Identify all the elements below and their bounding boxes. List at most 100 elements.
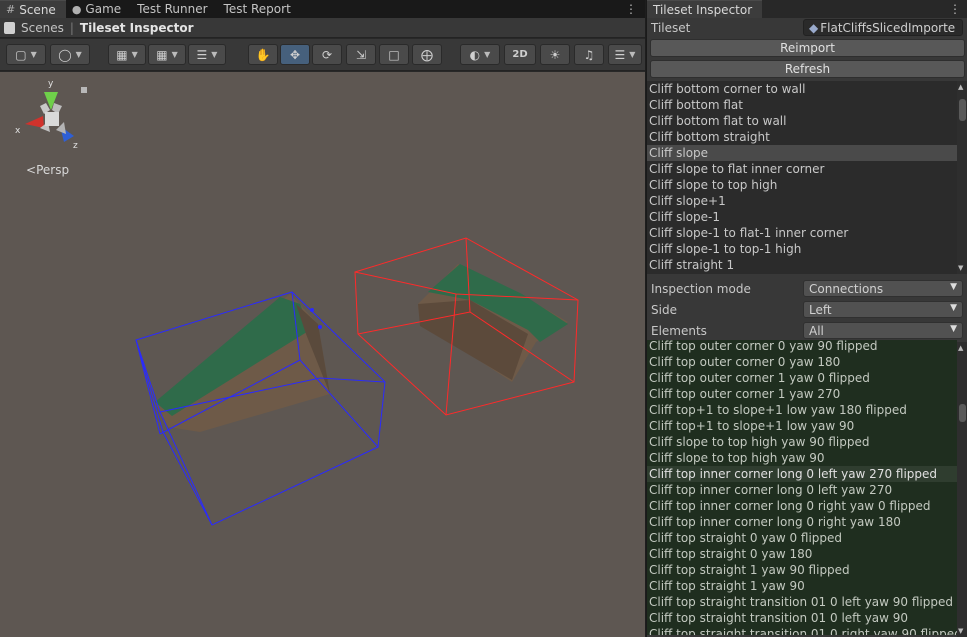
breadcrumb-root[interactable]: Scenes bbox=[21, 21, 64, 35]
tab-scene[interactable]: # Scene bbox=[0, 0, 66, 18]
perspective-icon: < bbox=[26, 163, 37, 177]
scroll-up-icon[interactable]: ▲ bbox=[958, 344, 963, 352]
chevron-down-icon: ▼ bbox=[950, 324, 957, 334]
audio-toggle-button[interactable]: ♫ bbox=[574, 44, 604, 65]
bounds-handle[interactable] bbox=[310, 308, 314, 312]
scene-canvas[interactable]: y x z bbox=[0, 72, 645, 637]
hand-tool-button[interactable]: ✋ bbox=[248, 44, 278, 65]
list-item[interactable]: Cliff slope-1 bbox=[647, 209, 957, 225]
reimport-button[interactable]: Reimport bbox=[650, 39, 965, 57]
gizmo-center-cube[interactable] bbox=[45, 112, 59, 126]
tab-test-report[interactable]: Test Report bbox=[218, 0, 301, 18]
connection-list-scroll-thumb[interactable] bbox=[959, 404, 966, 422]
tab-test-runner[interactable]: Test Runner bbox=[131, 0, 217, 18]
inspection-mode-dropdown[interactable]: Connections ▼ bbox=[803, 280, 963, 297]
tab-game[interactable]: ● Game bbox=[66, 0, 131, 18]
list-item[interactable]: Cliff top inner corner long 0 left yaw 2… bbox=[647, 482, 957, 498]
list-item[interactable]: Cliff top inner corner long 0 right yaw … bbox=[647, 514, 957, 530]
elements-dropdown[interactable]: All ▼ bbox=[803, 322, 963, 339]
tab-test-runner-label: Test Runner bbox=[137, 2, 208, 16]
list-item[interactable]: Cliff slope-1 to top-1 high bbox=[647, 241, 957, 257]
list-item[interactable]: Cliff top straight transition 01 0 left … bbox=[647, 594, 957, 610]
list-item[interactable]: Cliff slope to top high yaw 90 flipped bbox=[647, 434, 957, 450]
list-item[interactable]: Cliff top straight transition 01 0 left … bbox=[647, 610, 957, 626]
tileset-object-field[interactable]: ◆ FlatCliffsSlicedImporte bbox=[803, 19, 963, 36]
list-item[interactable]: Cliff top inner corner long 0 right yaw … bbox=[647, 498, 957, 514]
side-dropdown[interactable]: Left ▼ bbox=[803, 301, 963, 318]
scroll-down-icon[interactable]: ▼ bbox=[958, 264, 963, 272]
breadcrumb-current[interactable]: Tileset Inspector bbox=[80, 21, 194, 35]
2d-toggle-button[interactable]: 2D bbox=[504, 44, 536, 65]
orientation-gizmo[interactable]: y x z bbox=[15, 79, 87, 151]
shading-icon: ▢ bbox=[15, 47, 27, 62]
camera-mode-dropdown[interactable]: ◐ ▼ bbox=[460, 44, 500, 65]
list-item[interactable]: Cliff slope to top high yaw 90 bbox=[647, 450, 957, 466]
elements-label: Elements bbox=[651, 324, 707, 338]
side-label: Side bbox=[651, 303, 677, 317]
list-item[interactable]: Cliff top straight 0 yaw 180 bbox=[647, 546, 957, 562]
projection-label: Persp bbox=[36, 163, 70, 177]
tab-game-label: Game bbox=[85, 2, 122, 16]
list-item[interactable]: Cliff top outer corner 0 yaw 180 bbox=[647, 354, 957, 370]
list-item[interactable]: Cliff top inner corner long 0 left yaw 2… bbox=[647, 466, 957, 482]
list-item[interactable]: Cliff top outer corner 1 yaw 0 flipped bbox=[647, 370, 957, 386]
effects-dropdown[interactable]: ☰ ▼ bbox=[608, 44, 642, 65]
refresh-button[interactable]: Refresh bbox=[650, 60, 965, 78]
gizmo-x-cone[interactable] bbox=[25, 116, 44, 128]
elements-row: Elements All ▼ bbox=[647, 321, 967, 341]
grid-snap-dropdown[interactable]: ▦ ▼ bbox=[108, 44, 146, 65]
connection-list[interactable]: Cliff top outer corner 0 yaw 90 flipped C… bbox=[647, 340, 957, 635]
tile-list-scrollbar[interactable]: ▲ ▼ bbox=[957, 81, 967, 274]
elements-value: All bbox=[809, 323, 824, 338]
tab-tileset-inspector-label: Tileset Inspector bbox=[653, 2, 753, 17]
inspector-kebab-icon[interactable]: ⋮ bbox=[949, 1, 961, 17]
list-item[interactable]: Cliff top straight 1 yaw 90 bbox=[647, 578, 957, 594]
scale-tool-button[interactable]: ⇲ bbox=[346, 44, 376, 65]
list-item[interactable]: Cliff bottom flat bbox=[647, 97, 957, 113]
inspection-mode-value: Connections bbox=[809, 281, 884, 296]
scroll-up-icon[interactable]: ▲ bbox=[958, 83, 963, 91]
list-item[interactable]: Cliff slope bbox=[647, 145, 957, 161]
connection-list-scrollbar[interactable]: ▲ ▼ bbox=[957, 342, 967, 637]
side-value: Left bbox=[809, 302, 832, 317]
list-item[interactable]: Cliff bottom straight bbox=[647, 129, 957, 145]
bounds-handle[interactable] bbox=[318, 325, 322, 329]
tileset-label: Tileset bbox=[651, 21, 691, 35]
scroll-down-icon[interactable]: ▼ bbox=[958, 627, 963, 635]
list-item[interactable]: Cliff straight 1 bbox=[647, 257, 957, 273]
list-item[interactable]: Cliff slope+1 bbox=[647, 193, 957, 209]
list-item[interactable]: Cliff slope to flat inner corner bbox=[647, 161, 957, 177]
candidate-tile[interactable] bbox=[155, 294, 330, 432]
gizmo-lock-icon[interactable] bbox=[81, 87, 87, 93]
rotate-tool-button[interactable]: ⟳ bbox=[312, 44, 342, 65]
move-tool-button[interactable]: ✥ bbox=[280, 44, 310, 65]
kebab-menu-icon[interactable]: ⋮ bbox=[625, 1, 637, 17]
increment-snap-dropdown[interactable]: ▦ ▼ bbox=[148, 44, 186, 65]
list-item[interactable]: Cliff top+1 to slope+1 low yaw 90 bbox=[647, 418, 957, 434]
list-item[interactable]: Cliff top outer corner 0 yaw 90 flipped bbox=[647, 340, 957, 354]
tile-list[interactable]: Cliff bottom corner to wall Cliff bottom … bbox=[647, 81, 957, 274]
list-item[interactable]: Cliff slope to top high bbox=[647, 177, 957, 193]
list-item[interactable]: Cliff bottom flat to wall bbox=[647, 113, 957, 129]
tileset-asset-icon: ◆ bbox=[809, 20, 819, 35]
projection-toggle[interactable]: <Persp bbox=[26, 163, 69, 177]
scene-viewport[interactable]: y x z <Persp bbox=[0, 72, 645, 637]
transform-tool-button[interactable]: ⨁ bbox=[412, 44, 442, 65]
list-item[interactable]: Cliff top outer corner 1 yaw 270 bbox=[647, 386, 957, 402]
lighting-toggle-button[interactable]: ☀ bbox=[540, 44, 570, 65]
list-item[interactable]: Cliff top straight transition 01 0 right… bbox=[647, 626, 957, 635]
draw-mode-dropdown[interactable]: ▢ ▼ bbox=[6, 44, 46, 65]
global-local-dropdown[interactable]: ◯ ▼ bbox=[50, 44, 90, 65]
tile-list-scroll-thumb[interactable] bbox=[959, 99, 966, 121]
list-item[interactable]: Cliff slope-1 to flat-1 inner corner bbox=[647, 225, 957, 241]
list-item[interactable]: Cliff top straight 1 yaw 90 flipped bbox=[647, 562, 957, 578]
scale-icon: ⇲ bbox=[355, 47, 367, 62]
grid-visibility-dropdown[interactable]: ☰ ▼ bbox=[188, 44, 226, 65]
list-item[interactable]: Cliff bottom corner to wall bbox=[647, 81, 957, 97]
tab-tileset-inspector[interactable]: Tileset Inspector bbox=[647, 0, 763, 18]
rect-tool-button[interactable]: □ bbox=[379, 44, 409, 65]
list-item[interactable]: Cliff top straight 0 yaw 0 flipped bbox=[647, 530, 957, 546]
layers-icon: ☰ bbox=[614, 47, 626, 62]
breadcrumb-separator: | bbox=[69, 20, 74, 35]
list-item[interactable]: Cliff top+1 to slope+1 low yaw 180 flipp… bbox=[647, 402, 957, 418]
